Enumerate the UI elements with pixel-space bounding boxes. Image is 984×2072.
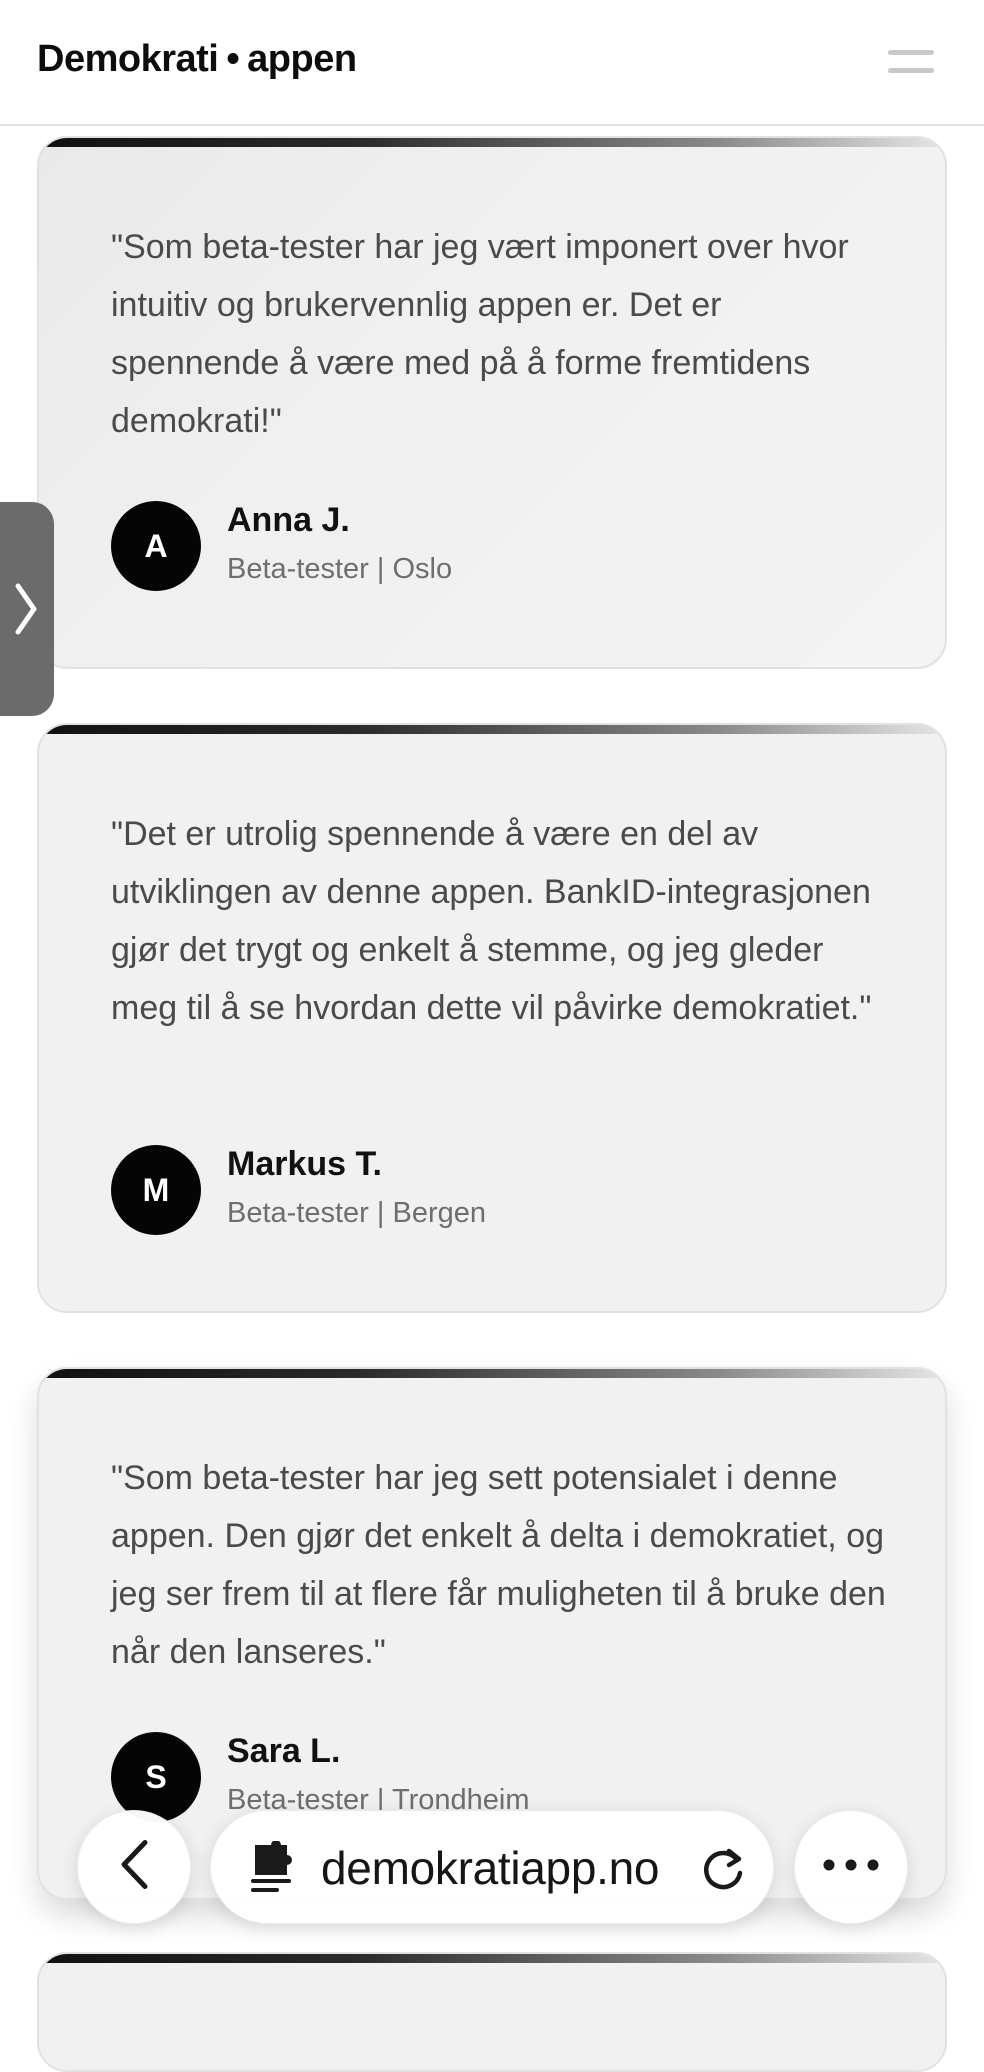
- testimonial-card: "Det er utrolig spennende å være en del …: [37, 723, 947, 1313]
- author-name: Sara L.: [227, 1732, 341, 1770]
- testimonial-quote: "Som beta-tester har jeg vært imponert o…: [111, 228, 849, 440]
- brand-dot: •: [226, 38, 240, 80]
- testimonial-card: "Som beta-tester har jeg vært imponert o…: [37, 136, 947, 669]
- browser-toolbar: demokratiapp.no: [0, 1800, 984, 1940]
- testimonial-card-partial: [37, 1952, 947, 2072]
- author-role: Beta-tester | Bergen: [227, 1197, 487, 1229]
- author-role: Beta-tester | Oslo: [227, 553, 453, 585]
- avatar: A: [111, 501, 201, 591]
- avatar: M: [111, 1145, 201, 1235]
- more-options-button[interactable]: [794, 1810, 908, 1924]
- brand-name-right: appen: [247, 38, 357, 80]
- author-name: Anna J.: [227, 501, 350, 539]
- menu-bar-bottom: [888, 68, 934, 73]
- more-dots-icon: [823, 1858, 879, 1876]
- reload-icon[interactable]: [699, 1843, 747, 1893]
- testimonial-author: A Anna J. Beta-tester | Oslo: [111, 501, 811, 591]
- brand-name-left: Demokrati: [37, 38, 219, 80]
- chevron-right-icon: [14, 582, 38, 641]
- address-bar[interactable]: demokratiapp.no: [210, 1810, 774, 1924]
- hamburger-menu-icon[interactable]: [888, 48, 936, 78]
- brand-logo[interactable]: Demokrati • appen: [37, 38, 357, 81]
- back-button[interactable]: [77, 1810, 191, 1924]
- author-name: Markus T.: [227, 1145, 382, 1183]
- menu-bar-top: [888, 50, 934, 55]
- reader-mode-icon[interactable]: [247, 1840, 295, 1895]
- side-panel-tab[interactable]: [0, 502, 54, 716]
- testimonial-quote: "Som beta-tester har jeg sett potensiale…: [111, 1459, 886, 1671]
- site-header: Demokrati • appen: [0, 0, 984, 126]
- testimonial-author: M Markus T. Beta-tester | Bergen: [111, 1145, 811, 1235]
- url-text: demokratiapp.no: [321, 1842, 660, 1894]
- testimonial-quote: "Det er utrolig spennende å være en del …: [111, 815, 872, 1027]
- chevron-left-icon: [119, 1839, 149, 1896]
